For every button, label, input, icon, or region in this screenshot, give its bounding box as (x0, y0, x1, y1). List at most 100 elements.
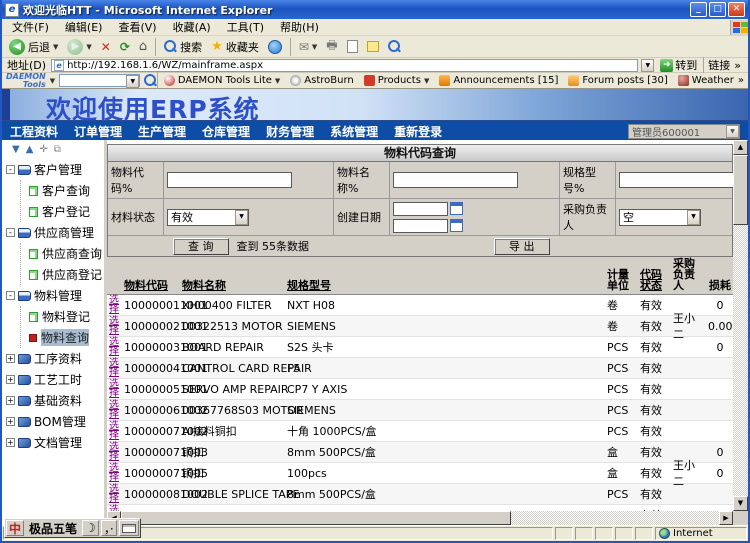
column-header-status[interactable]: 代码状态 (638, 268, 671, 294)
status-select[interactable]: 有效 ▼ (167, 209, 249, 226)
forward-dropdown-icon[interactable]: ▼ (86, 43, 91, 51)
select-link[interactable]: 选择 (109, 296, 121, 314)
tree-group-物料管理[interactable]: -物料管理 (6, 285, 104, 306)
select-link[interactable]: 选择 (109, 359, 121, 377)
home-button[interactable]: ⌂ (136, 38, 150, 56)
tree-toggle-icon[interactable]: + (6, 396, 15, 405)
column-header-name[interactable]: 物料名称 (180, 279, 285, 294)
select-link[interactable]: 选择 (109, 317, 121, 335)
vertical-scrollbar[interactable]: ▲ ▼ (733, 140, 748, 511)
scroll-up-icon[interactable]: ▲ (733, 140, 748, 155)
user-select[interactable]: 管理员600001 ▼ (628, 124, 740, 139)
horizontal-scrollbar[interactable]: ◀ ▶ (107, 511, 733, 525)
links-item[interactable]: Products▼ (364, 75, 430, 86)
menu-item-文[interactable]: 文件(F) (4, 18, 57, 36)
tree-group-工艺工时[interactable]: +工艺工时 (6, 369, 104, 390)
horizontal-scroll-thumb[interactable] (121, 511, 511, 525)
tree-group-供应商管理[interactable]: -供应商管理 (6, 222, 104, 243)
ime-softkeyboard-button[interactable] (119, 520, 139, 536)
ime-punct-button[interactable]: ，· (101, 520, 117, 536)
tree-group-文档管理[interactable]: +文档管理 (6, 432, 104, 453)
links-bar-toggle[interactable]: 链接 » (703, 57, 745, 73)
tree-group-基础资料[interactable]: +基础资料 (6, 390, 104, 411)
print-button[interactable]: 🖶 (323, 35, 340, 58)
code-input[interactable] (167, 172, 292, 188)
sidebar-item-供应商查询[interactable]: 供应商查询 (23, 243, 104, 264)
daemon-search-icon[interactable] (144, 74, 151, 87)
sidebar-item-供应商登记[interactable]: 供应商登记 (23, 264, 104, 285)
address-input[interactable]: e http://192.168.1.6/WZ/mainframe.aspx (51, 59, 638, 72)
select-link[interactable]: 选择 (109, 485, 121, 503)
query-button[interactable]: 查 询 (173, 238, 229, 255)
tree-group-BOM管理[interactable]: +BOM管理 (6, 411, 104, 432)
tree-group-工序资料[interactable]: +工序资料 (6, 348, 104, 369)
buyer-select[interactable]: 空 ▼ (619, 209, 701, 226)
daemon-search-dropdown-icon[interactable]: ▼ (126, 75, 139, 88)
user-dropdown-icon[interactable]: ▼ (726, 125, 739, 138)
column-header-unit[interactable]: 计量单位 (605, 268, 638, 294)
refresh-tree-icon[interactable]: ✛ (39, 144, 47, 155)
calendar-icon[interactable] (450, 202, 463, 215)
menu-item-帮[interactable]: 帮助(H) (272, 18, 327, 36)
select-link[interactable]: 选择 (109, 443, 121, 461)
tree-group-客户管理[interactable]: -客户管理 (6, 159, 104, 180)
date-to-input[interactable] (393, 219, 448, 233)
ime-bar[interactable]: 中 极品五笔 ☽ ，· (4, 518, 141, 538)
daemon-logo-dropdown-icon[interactable]: ▼ (50, 77, 55, 85)
ime-fullhalf-button[interactable]: ☽ (82, 520, 99, 536)
column-header-loss[interactable]: 损耗 (706, 279, 733, 294)
column-header-code[interactable]: 物料代码 (122, 279, 180, 294)
maximize-button[interactable]: □ (709, 2, 726, 17)
address-dropdown-icon[interactable]: ▼ (641, 59, 654, 72)
mail-button[interactable]: ✉▼ (296, 39, 320, 55)
links-item[interactable]: Announcements [15] (439, 75, 558, 86)
messenger-button[interactable] (385, 39, 404, 54)
tree-toggle-icon[interactable]: + (6, 354, 15, 363)
sidebar-item-客户登记[interactable]: 客户登记 (23, 201, 104, 222)
sidebar-item-客户查询[interactable]: 客户查询 (23, 180, 104, 201)
ime-mode-button[interactable]: 中 (6, 520, 24, 536)
select-link[interactable]: 选择 (109, 401, 121, 419)
select-link[interactable]: 选择 (109, 464, 121, 482)
tree-toggle-icon[interactable]: - (6, 291, 15, 300)
links-item[interactable]: Forum posts [30] (568, 75, 667, 86)
menu-item-工[interactable]: 工具(T) (219, 18, 272, 36)
select-link[interactable]: 选择 (109, 338, 121, 356)
buyer-dropdown-icon[interactable]: ▼ (687, 210, 700, 225)
refresh-button[interactable]: ⟳ (117, 38, 133, 56)
menu-item-编[interactable]: 编辑(E) (57, 18, 111, 36)
tree-toggle-icon[interactable]: - (6, 228, 15, 237)
go-button[interactable]: ➜ 转到 (657, 57, 700, 73)
column-header-spec[interactable]: 规格型号 (285, 279, 605, 294)
dropdown-icon[interactable]: ▼ (275, 77, 280, 85)
edit-button[interactable] (344, 39, 361, 54)
links-item[interactable]: Weather (678, 75, 734, 86)
name-input[interactable] (393, 172, 518, 188)
discuss-button[interactable] (364, 40, 382, 53)
tree-toggle-icon[interactable]: + (6, 375, 15, 384)
daemon-search-input[interactable]: ▼ (59, 74, 140, 87)
favorites-button[interactable]: ★ 收藏夹 (208, 38, 262, 56)
menu-item-查[interactable]: 查看(V) (110, 18, 164, 36)
stop-button[interactable]: ✕ (98, 38, 114, 56)
scroll-right-icon[interactable]: ▶ (719, 511, 733, 525)
close-button[interactable]: ✕ (728, 2, 745, 17)
column-header-buyer[interactable]: 采购负责人 (671, 257, 706, 294)
select-link[interactable]: 选择 (109, 422, 121, 440)
back-button[interactable]: ◀ 后退 ▼ (6, 38, 61, 56)
scroll-down-icon[interactable]: ▼ (733, 496, 748, 511)
vertical-scroll-thumb[interactable] (733, 155, 748, 225)
links-item[interactable]: AstroBurn (290, 75, 353, 86)
nav-item-财务管理[interactable]: 财务管理 (266, 123, 314, 140)
nav-item-重新登录[interactable]: 重新登录 (394, 123, 442, 140)
date-from-input[interactable] (393, 202, 448, 216)
select-link[interactable]: 选择 (109, 380, 121, 398)
menu-item-收[interactable]: 收藏(A) (165, 18, 219, 36)
history-button[interactable] (265, 39, 285, 55)
back-dropdown-icon[interactable]: ▼ (53, 43, 58, 51)
fold-tree-icon[interactable]: ⧉ (54, 144, 61, 155)
search-button[interactable]: 搜索 (161, 38, 205, 56)
sidebar-item-物料登记[interactable]: 物料登记 (23, 306, 104, 327)
spec-input[interactable] (619, 172, 733, 188)
export-button[interactable]: 导 出 (494, 238, 550, 255)
